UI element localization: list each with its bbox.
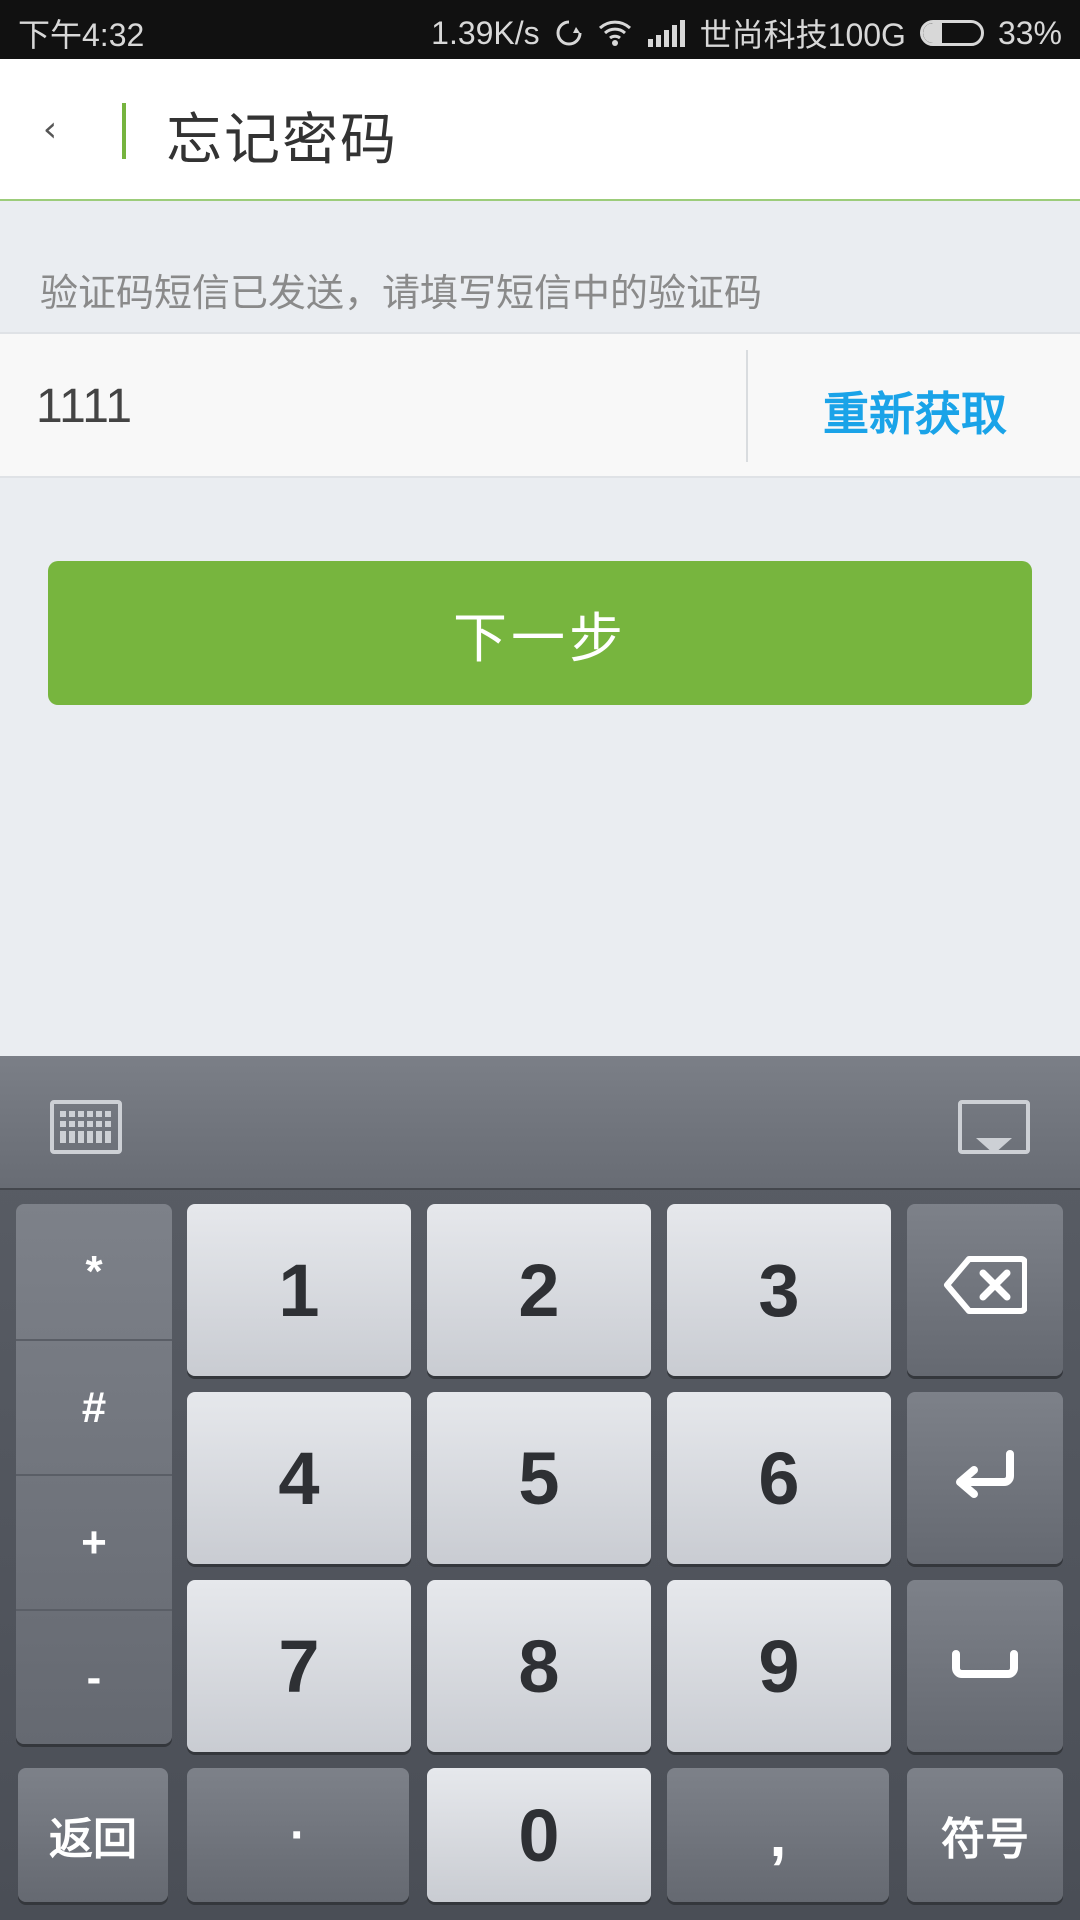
key-7[interactable]: 7 <box>187 1580 411 1752</box>
key-asterisk[interactable]: * <box>16 1204 172 1339</box>
key-dot[interactable]: · <box>187 1768 409 1902</box>
signal-icon <box>646 19 686 47</box>
numeric-keyboard: * # + - 1 2 3 4 5 6 7 8 9 返回 · 0 , 符号 <box>0 1056 1080 1920</box>
key-hash[interactable]: # <box>16 1339 172 1474</box>
backspace-key[interactable] <box>907 1204 1063 1376</box>
chevron-left-icon: ‹ <box>42 108 58 150</box>
key-4[interactable]: 4 <box>187 1392 411 1564</box>
keyboard-hide-icon[interactable] <box>958 1100 1030 1154</box>
battery-percent: 33% <box>997 14 1062 51</box>
sync-icon <box>554 18 584 48</box>
page-title: 忘记密码 <box>166 108 398 173</box>
battery-icon <box>919 20 984 46</box>
space-icon <box>950 1641 1020 1691</box>
key-3[interactable]: 3 <box>667 1204 891 1376</box>
header-divider <box>122 103 126 159</box>
enter-key[interactable] <box>907 1392 1063 1564</box>
keyboard-toolbar <box>0 1056 1080 1190</box>
code-row-divider <box>746 350 748 462</box>
symbols-key[interactable]: 符号 <box>907 1768 1063 1902</box>
next-step-button[interactable]: 下一步 <box>48 561 1032 705</box>
resend-code-button[interactable]: 重新获取 <box>780 378 1050 444</box>
key-9[interactable]: 9 <box>667 1580 891 1752</box>
key-minus[interactable]: - <box>16 1609 172 1744</box>
wifi-icon <box>598 19 632 47</box>
key-0[interactable]: 0 <box>427 1768 651 1902</box>
key-8[interactable]: 8 <box>427 1580 651 1752</box>
key-comma[interactable]: , <box>667 1768 889 1902</box>
verification-code-input[interactable] <box>36 374 716 438</box>
keyboard-switch-icon[interactable] <box>50 1100 122 1154</box>
net-speed: 1.39K/s <box>431 14 540 51</box>
carrier-name: 世尚科技100G <box>699 17 906 53</box>
key-6[interactable]: 6 <box>667 1392 891 1564</box>
space-key[interactable] <box>907 1580 1063 1752</box>
backspace-icon <box>943 1255 1028 1326</box>
key-2[interactable]: 2 <box>427 1204 651 1376</box>
status-right: 1.39K/s 世尚科技100G 33% <box>431 10 1062 56</box>
key-5[interactable]: 5 <box>427 1392 651 1564</box>
enter-icon <box>950 1448 1020 1509</box>
key-1[interactable]: 1 <box>187 1204 411 1376</box>
key-plus[interactable]: + <box>16 1474 172 1609</box>
status-bar: 下午4:32 1.39K/s 世尚科技100G 33% <box>0 0 1080 59</box>
sms-hint-text: 验证码短信已发送，请填写短信中的验证码 <box>40 271 763 315</box>
symbol-key-column: * # + - <box>16 1204 172 1744</box>
keyboard-back-key[interactable]: 返回 <box>18 1768 168 1902</box>
verification-code-row: 重新获取 <box>0 332 1080 478</box>
app-header: ‹ 忘记密码 <box>0 59 1080 201</box>
status-time: 下午4:32 <box>18 17 145 53</box>
back-button[interactable]: ‹ <box>20 89 80 169</box>
